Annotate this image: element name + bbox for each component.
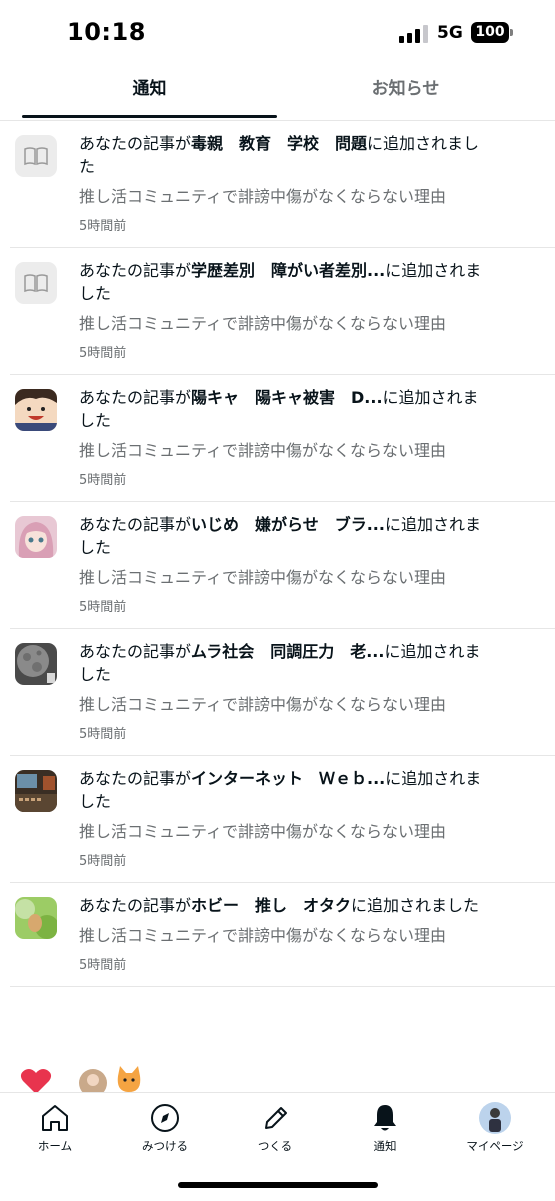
notification-item[interactable]: あなたの記事がホビー 推し オタクに追加されました 推し活コミュニティで誹謗中傷… [10, 883, 555, 987]
notification-time: 5時間前 [79, 219, 127, 234]
notification-item[interactable]: あなたの記事が陽キャ 陽キャ被害 D...に追加されま した 推し活コミュニティで… [10, 375, 555, 502]
nav-label: みつける [142, 1139, 188, 1153]
smiling-character-avatar [15, 389, 57, 431]
notification-time: 5時間前 [79, 958, 127, 973]
status-time: 10:18 [67, 18, 146, 46]
magazine-tag: インターネット Ｗｅｂ... [191, 769, 386, 788]
next-notification-peek [0, 1062, 555, 1094]
notification-title: あなたの記事が毒親 教育 学校 問題に追加されました [79, 134, 480, 176]
notification-time: 5時間前 [79, 727, 127, 742]
notification-time: 5時間前 [79, 600, 127, 615]
notification-title: あなたの記事がインターネット Ｗｅｂ...に追加されま した [79, 769, 482, 811]
home-indicator [178, 1182, 378, 1188]
nav-label: 通知 [373, 1139, 397, 1153]
notification-list: あなたの記事が毒親 教育 学校 問題に追加されました 推し活コミュニティで誹謗中… [0, 121, 555, 987]
pencil-icon [265, 1107, 287, 1129]
profile-avatar-icon [479, 1102, 511, 1134]
notification-time: 5時間前 [79, 854, 127, 869]
tab-bar: 通知 お知らせ [0, 66, 555, 121]
nav-notifications[interactable]: 通知 [330, 1101, 440, 1154]
network-type: 5G [437, 23, 463, 43]
article-title: 推し活コミュニティで誹謗中傷がなくならない理由 [79, 822, 447, 841]
magazine-tag: 毒親 教育 学校 問題 [191, 134, 368, 153]
nav-create[interactable]: つくる [220, 1101, 330, 1154]
nav-label: マイページ [466, 1139, 524, 1153]
magazine-tag: 陽キャ 陽キャ被害 D... [191, 388, 383, 407]
notification-time: 5時間前 [79, 473, 127, 488]
heart-icon [20, 1069, 52, 1094]
keyboard-avatar [15, 770, 57, 812]
article-title: 推し活コミュニティで誹謗中傷がなくならない理由 [79, 926, 447, 945]
book-icon [15, 262, 57, 304]
signal-icon [399, 25, 429, 43]
article-title: 推し活コミュニティで誹謗中傷がなくならない理由 [79, 187, 447, 206]
notification-title: あなたの記事がいじめ 嫌がらせ ブラ...に追加されま した [79, 515, 481, 557]
tab-announcements[interactable]: お知らせ [278, 66, 533, 118]
magazine-tag: いじめ 嫌がらせ ブラ... [191, 515, 385, 534]
bell-icon [374, 1105, 396, 1131]
magazine-tag: ホビー 推し オタク [191, 896, 352, 915]
notification-title: あなたの記事がホビー 推し オタクに追加されました [79, 896, 480, 915]
notification-item[interactable]: あなたの記事がいじめ 嫌がらせ ブラ...に追加されま した 推し活コミュニティで… [10, 502, 555, 629]
nav-mypage[interactable]: マイページ [440, 1101, 550, 1154]
notification-item[interactable]: あなたの記事が毒親 教育 学校 問題に追加されました 推し活コミュニティで誹謗中… [10, 121, 555, 248]
article-title: 推し活コミュニティで誹謗中傷がなくならない理由 [79, 314, 447, 333]
tab-notifications[interactable]: 通知 [22, 66, 277, 118]
magazine-tag: 学歴差別 障がい者差別... [191, 261, 386, 280]
notification-title: あなたの記事が学歴差別 障がい者差別...に追加されま した [79, 261, 482, 303]
compass-icon [151, 1104, 179, 1132]
battery-icon: 100 [471, 22, 509, 43]
magazine-tag: ムラ社会 同調圧力 老... [191, 642, 385, 661]
notification-time: 5時間前 [79, 346, 127, 361]
notification-item[interactable]: あなたの記事がインターネット Ｗｅｂ...に追加されま した 推し活コミュニティで… [10, 756, 555, 883]
nav-discover[interactable]: みつける [110, 1101, 220, 1154]
moon-avatar [15, 643, 57, 685]
status-bar: 10:18 5G 100 [0, 0, 555, 66]
book-icon [15, 135, 57, 177]
article-title: 推し活コミュニティで誹謗中傷がなくならない理由 [79, 695, 447, 714]
notification-title: あなたの記事が陽キャ 陽キャ被害 D...に追加されま した [79, 388, 479, 430]
green-photo-avatar [15, 897, 57, 939]
cat-avatar-icon [117, 1066, 141, 1092]
home-icon [42, 1105, 68, 1131]
article-title: 推し活コミュニティで誹謗中傷がなくならない理由 [79, 568, 447, 587]
nav-label: つくる [257, 1139, 293, 1153]
nav-home[interactable]: ホーム [0, 1101, 110, 1154]
nav-label: ホーム [37, 1139, 73, 1153]
notification-item[interactable]: あなたの記事がムラ社会 同調圧力 老...に追加されま した 推し活コミュニティで… [10, 629, 555, 756]
notification-title: あなたの記事がムラ社会 同調圧力 老...に追加されま した [79, 642, 481, 684]
anime-girl-avatar [15, 516, 57, 558]
article-title: 推し活コミュニティで誹謗中傷がなくならない理由 [79, 441, 447, 460]
notification-item[interactable]: あなたの記事が学歴差別 障がい者差別...に追加されま した 推し活コミュニティで… [10, 248, 555, 375]
battery-tip [510, 29, 513, 36]
user-avatar-icon [79, 1069, 107, 1094]
